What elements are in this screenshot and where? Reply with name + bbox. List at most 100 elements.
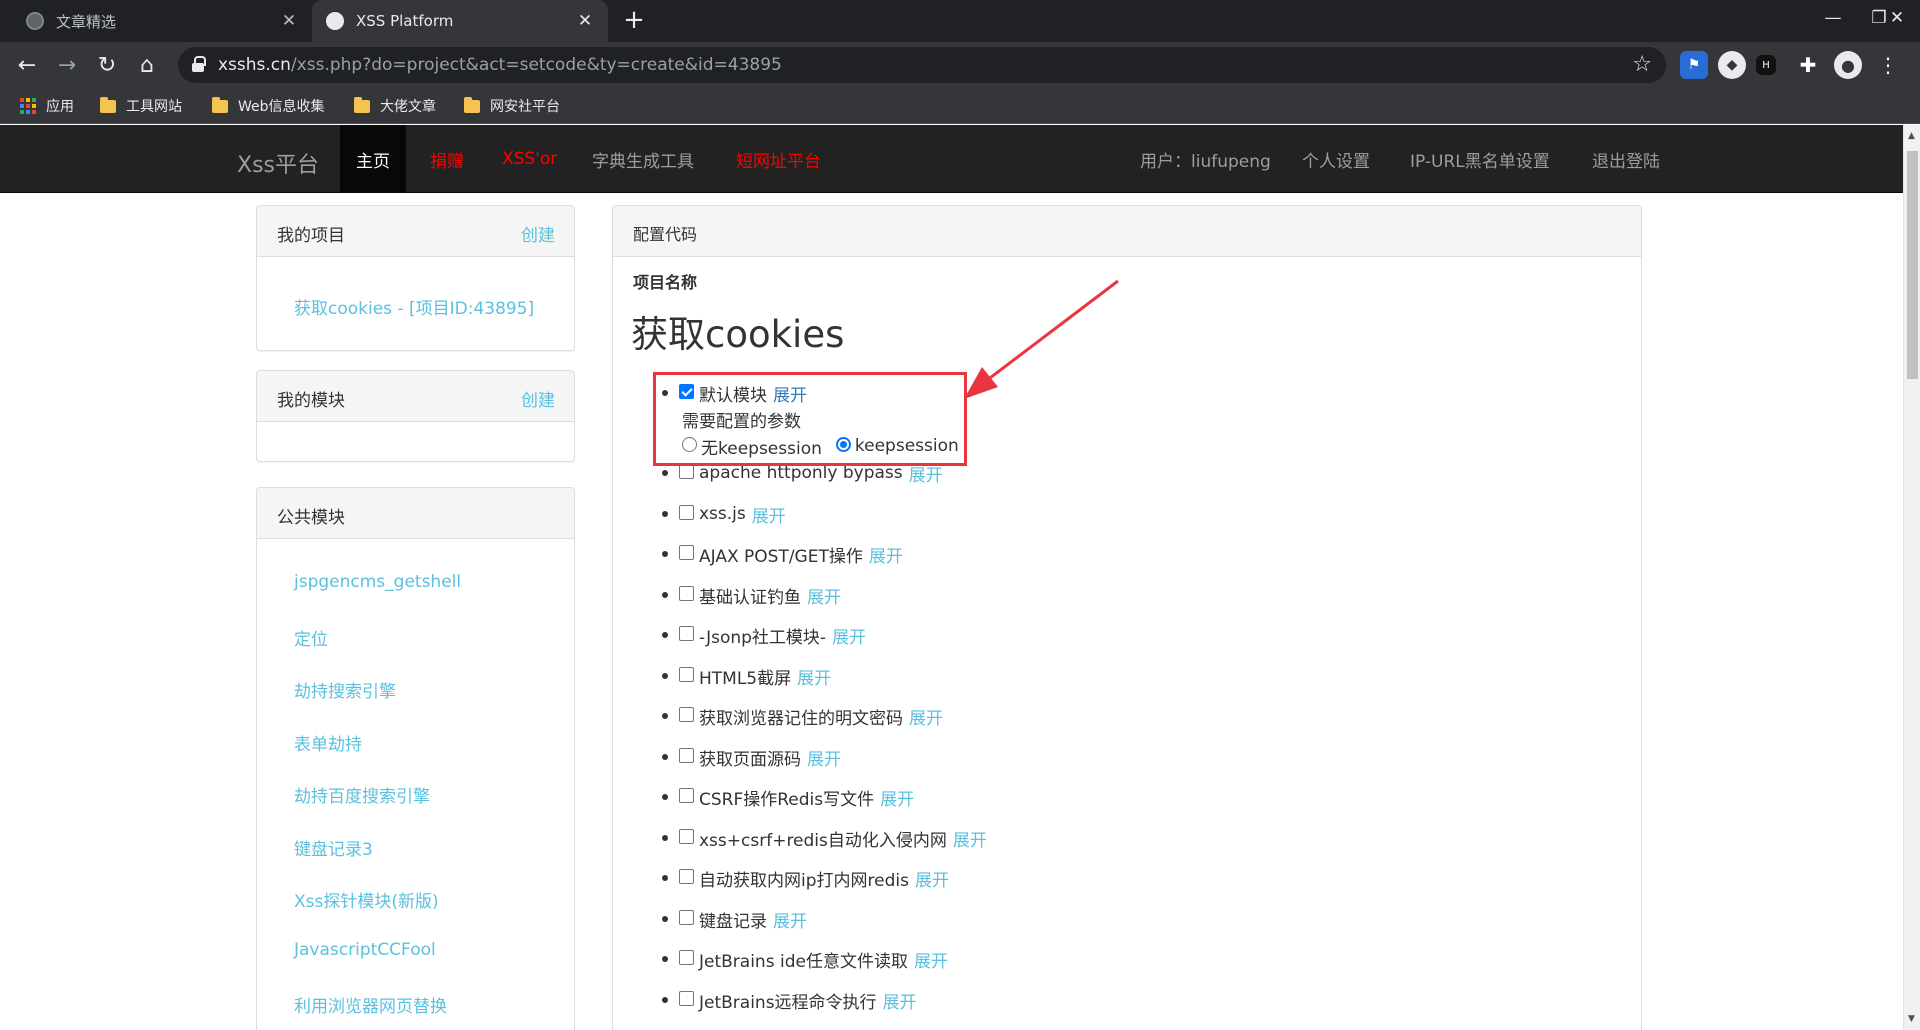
module-checkbox[interactable] [679,666,694,682]
globe-icon [326,12,344,30]
scrollbar-thumb[interactable] [1907,151,1918,379]
project-link[interactable]: 获取cookies - [项目ID:43895] [294,294,534,319]
home-icon[interactable]: ⌂ [132,50,162,80]
project-name-label: 项目名称 [633,273,698,292]
tab-inactive[interactable]: 文章精选 ✕ [12,0,312,42]
public-module-link[interactable]: 利用浏览器网页替换 [294,992,447,1017]
module-checkbox[interactable] [679,868,694,884]
bookmark-folder[interactable]: Web信息收集 [212,88,325,124]
module-name: 基础认证钓鱼 [699,587,801,608]
expand-link[interactable]: 展开 [914,947,948,972]
public-modules-panel: 公共模块 jspgencms_getshell 定位 劫持搜索引擎 表单劫持 劫… [256,487,575,1030]
new-tab-button[interactable]: + [620,7,648,35]
module-checkbox[interactable] [679,625,694,641]
expand-link[interactable]: 展开 [807,583,841,608]
bookmark-folder[interactable]: 工具网站 [100,88,182,124]
back-icon[interactable]: ← [12,50,42,80]
nav-dict-tool[interactable]: 字典生成工具 [576,125,710,193]
address-bar[interactable]: xsshs.cn/xss.php?do=project&act=setcode&… [178,47,1666,83]
module-checkbox[interactable] [679,544,694,560]
bookmark-apps[interactable]: 应用 [20,88,74,124]
public-module-link[interactable]: Xss探针模块(新版) [294,887,439,912]
expand-link[interactable]: 展开 [909,704,943,729]
nav-blacklist[interactable]: IP-URL黑名单设置 [1394,125,1566,193]
bookmark-label: Web信息收集 [238,99,325,115]
folder-icon [464,96,480,113]
nav-settings[interactable]: 个人设置 [1286,125,1386,193]
fox-ext-icon[interactable]: ◆ [1718,51,1746,79]
site-brand[interactable]: Xss平台 [237,147,319,179]
browser-toolbar: ← → ↻ ⌂ xsshs.cn/xss.php?do=project&act=… [0,42,1920,88]
module-checkbox[interactable] [679,706,694,722]
expand-link[interactable]: 展开 [773,907,807,932]
module-checkbox[interactable] [679,747,694,763]
public-module-link[interactable]: 定位 [294,625,328,650]
panel-title: 配置代码 [633,225,698,244]
module-checkbox[interactable] [679,504,694,520]
close-window-icon[interactable]: ✕ [1874,0,1920,36]
nav-short-url[interactable]: 短网址平台 [720,125,837,193]
module-checkbox[interactable] [679,949,694,965]
minimize-icon[interactable]: — [1810,0,1856,36]
public-module-link[interactable]: 表单劫持 [294,730,362,755]
bookmark-folder[interactable]: 网安社平台 [464,88,560,124]
expand-link[interactable]: 展开 [869,542,903,567]
close-tab-icon[interactable]: ✕ [576,11,594,31]
bookmark-star-icon[interactable]: ☆ [1632,52,1652,77]
expand-link[interactable]: 展开 [880,785,914,810]
module-item: JetBrains ide任意文件读取 展开 [662,945,948,973]
module-checkbox[interactable] [679,828,694,844]
module-item: 自动获取内网ip打内网redis 展开 [662,864,949,892]
module-checkbox[interactable] [679,909,694,925]
public-module-link[interactable]: 劫持百度搜索引擎 [294,782,430,807]
page-scrollbar[interactable]: ▲ ▼ [1903,125,1920,1030]
create-project-link[interactable]: 创建 [521,221,555,246]
apps-grid-icon [20,98,36,114]
nav-xssor[interactable]: XSS'or [486,125,573,193]
expand-link[interactable]: 展开 [953,826,987,851]
expand-link[interactable]: 展开 [797,664,831,689]
bullet [662,470,668,476]
scroll-up-icon[interactable]: ▲ [1908,131,1915,141]
module-name: JetBrains远程命令执行 [699,992,877,1013]
nav-logout[interactable]: 退出登陆 [1576,125,1676,193]
close-tab-icon[interactable]: ✕ [280,11,298,31]
lock-icon [192,56,206,72]
module-name: 获取浏览器记住的明文密码 [699,708,903,729]
nav-home[interactable]: 主页 [340,125,406,193]
panel-heading: 配置代码 [613,206,1641,257]
bullet [662,592,668,598]
public-module-link[interactable]: 劫持搜索引擎 [294,677,396,702]
public-module-link[interactable]: jspgencms_getshell [294,572,461,592]
public-module-link[interactable]: 键盘记录3 [294,835,373,860]
browser-tab-strip: 文章精选 ✕ XSS Platform ✕ + — ❐ ✕ [0,0,1920,42]
forward-icon[interactable]: → [52,50,82,80]
expand-link[interactable]: 展开 [807,745,841,770]
tab-active[interactable]: XSS Platform ✕ [312,0,608,42]
nav-donate[interactable]: 捐赠 [414,125,480,193]
scroll-down-icon[interactable]: ▼ [1908,1014,1915,1024]
bullet [662,916,668,922]
expand-link[interactable]: 展开 [752,502,786,527]
tab-title: 文章精选 [56,12,117,31]
reload-icon[interactable]: ↻ [92,50,122,80]
bullet [662,551,668,557]
create-module-link[interactable]: 创建 [521,386,555,411]
module-checkbox[interactable] [679,787,694,803]
nav-user[interactable]: 用户：liufupeng [1124,125,1287,193]
bookmark-folder[interactable]: 大佬文章 [354,88,436,124]
expand-link[interactable]: 展开 [883,988,917,1013]
bookmark-ext-icon[interactable]: ⚑ [1680,51,1708,79]
menu-kebab-icon[interactable]: ⋮ [1874,51,1902,79]
expand-link[interactable]: 展开 [915,866,949,891]
profile-icon[interactable]: ● [1834,51,1862,79]
expand-link[interactable]: 展开 [832,623,866,648]
dark-ext-icon[interactable]: H [1756,55,1776,75]
bullet [662,835,668,841]
module-checkbox[interactable] [679,585,694,601]
puzzle-icon[interactable]: ✚ [1794,51,1822,79]
folder-icon [354,96,370,113]
module-checkbox[interactable] [679,990,694,1006]
url-text[interactable]: xsshs.cn/xss.php?do=project&act=setcode&… [218,55,782,75]
public-module-link[interactable]: JavascriptCCFool [294,940,436,960]
